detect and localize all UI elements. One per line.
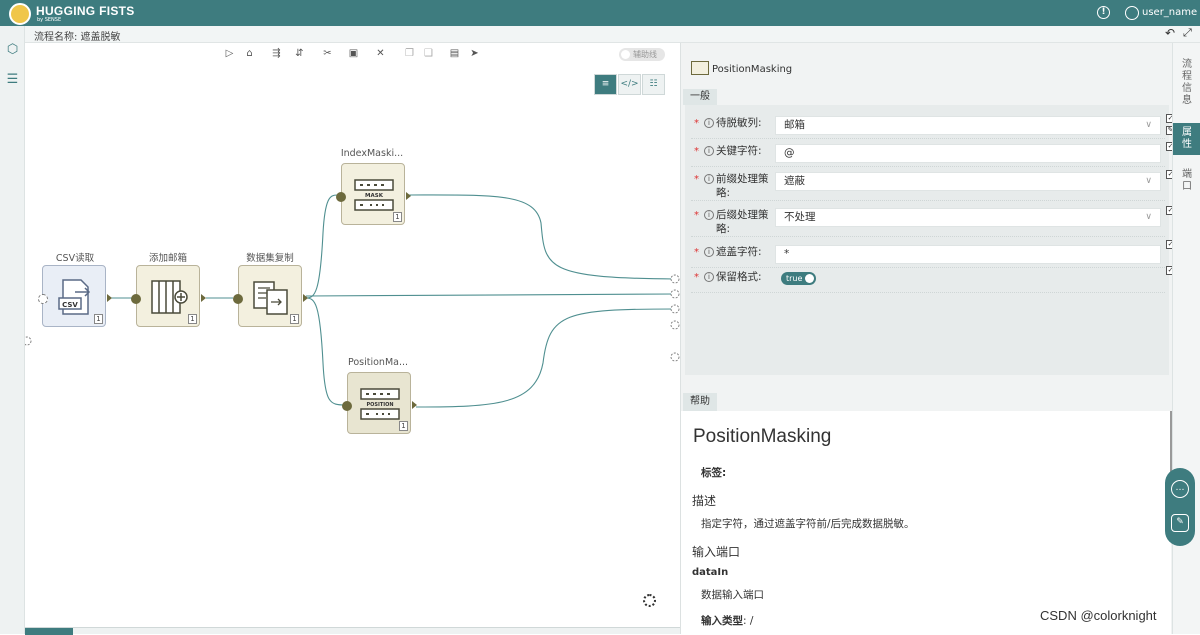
node-title-index-masking: IndexMaski... — [340, 148, 404, 159]
user-name[interactable]: user_name — [1142, 7, 1197, 18]
chevron-down-icon: ∨ — [1145, 212, 1152, 222]
field-key-char: * i 关键字符: @ — [691, 143, 1165, 167]
keep-format-switch[interactable]: true — [781, 272, 816, 285]
mask-icon-label: MASK — [365, 193, 384, 199]
panel-title: PositionMasking — [712, 64, 793, 75]
info-icon: i — [704, 210, 714, 220]
wechat-icon[interactable]: … — [1171, 480, 1189, 498]
undo-icon[interactable]: ↶ — [1165, 26, 1175, 40]
help-tags-label: 标签: — [701, 467, 727, 479]
node-title-add-email: 添加邮箱 — [148, 253, 187, 264]
input-port[interactable] — [131, 294, 141, 304]
bottom-tabs — [25, 627, 680, 635]
node-badge: 1 — [393, 212, 402, 222]
prefix-strategy-select[interactable]: 遮蔽 ∨ — [775, 172, 1161, 191]
help-desc-text: 指定字符，通过遮盖字符前/后完成数据脱敏。 — [701, 518, 915, 530]
watermark: CSDN @colorknight — [1040, 608, 1157, 623]
node-position-masking[interactable]: POSITION 1 — [347, 372, 411, 434]
node-badge: 1 — [188, 314, 197, 324]
app-brand: HUGGING FISTS — [36, 4, 135, 18]
input-port[interactable] — [342, 401, 352, 411]
help-icon[interactable]: ! — [1097, 6, 1110, 19]
help-title: PositionMasking — [693, 426, 832, 447]
operator-library-icon[interactable]: ☰ — [3, 70, 22, 89]
help-content: PositionMasking 标签: 描述 指定字符，通过遮盖字符前/后完成数… — [681, 411, 1173, 634]
output-port[interactable] — [303, 294, 308, 302]
copy-document-icon — [253, 281, 288, 315]
fullscreen-icon[interactable]: ⤢ — [1183, 26, 1192, 40]
field-mask-char: * i 遮盖字符: * — [691, 244, 1165, 268]
panel-header: PositionMasking — [681, 57, 1173, 83]
help-input-type: 输入类型: / — [701, 615, 754, 627]
node-badge: 1 — [399, 421, 408, 431]
input-port[interactable] — [336, 192, 346, 202]
tab-help[interactable]: 帮助 — [683, 393, 717, 411]
csv-file-icon: CSV — [58, 279, 91, 315]
feedback-edit-icon[interactable]: ✎ — [1171, 514, 1189, 532]
info-icon: i — [704, 247, 714, 257]
app-brand-sub: by SENSE — [37, 17, 62, 23]
info-icon: i — [704, 146, 714, 156]
input-port[interactable] — [233, 294, 243, 304]
csv-icon-label: CSV — [62, 301, 78, 309]
properties-panel: PositionMasking 一般 * i 待脱敏列: 邮箱 ∨ ✓ ✎ * i 关… — [680, 43, 1175, 634]
help-input-heading: 输入端口 — [692, 545, 741, 559]
tab-general[interactable]: 一般 — [683, 89, 717, 105]
help-port-desc: 数据输入端口 — [701, 589, 764, 601]
tab-flow-info[interactable]: 流程信息 — [1173, 57, 1200, 109]
node-add-email[interactable]: 1 — [136, 265, 200, 327]
tab-ports[interactable]: 端口 — [1173, 167, 1200, 195]
info-icon: i — [704, 118, 714, 128]
workflow-canvas[interactable]: ▷ ⌂ ⇶ ⇵ ✂ ▣ ✕ ❐ ❑ ▤ ➤ 辅助线 ≡ </> ☷ CSV读取 … — [25, 43, 680, 628]
info-icon: i — [704, 272, 714, 282]
field-keep-format: * i 保留格式: true — [691, 269, 1165, 293]
app-logo-icon — [9, 3, 31, 25]
add-column-icon — [151, 280, 188, 314]
output-port[interactable] — [412, 401, 417, 409]
node-dataset-copy[interactable]: 1 — [238, 265, 302, 327]
mask-icon: MASK — [354, 179, 394, 211]
position-mask-icon: POSITION — [360, 388, 400, 420]
node-index-masking[interactable]: MASK 1 — [341, 163, 405, 225]
node-csv-read[interactable]: CSV 1 — [42, 265, 106, 327]
flow-name: 流程名称: 遮盖脱敏 — [34, 32, 121, 43]
left-rail: ⬡ ☰ — [0, 26, 25, 634]
mask-char-input[interactable]: * — [775, 245, 1161, 264]
field-suffix-strategy: * i 后缀处理策略: 不处理 ∨ — [691, 207, 1165, 237]
output-port[interactable] — [406, 192, 411, 200]
connections — [25, 194, 680, 408]
flow-name-bar: 流程名称: 遮盖脱敏 ↶ ⤢ — [25, 26, 1200, 43]
top-bar: HUGGING FISTS by SENSE ! user_name — [0, 0, 1200, 26]
node-badge: 1 — [94, 314, 103, 324]
node-badge: 1 — [290, 314, 299, 324]
info-icon: i — [704, 174, 714, 184]
position-masking-icon — [691, 61, 709, 75]
tab-properties[interactable]: 属性 — [1173, 123, 1200, 155]
node-title-dataset-copy: 数据集复制 — [246, 253, 294, 264]
key-char-input[interactable]: @ — [775, 144, 1161, 163]
field-mask-column: * i 待脱敏列: 邮箱 ∨ — [691, 115, 1165, 139]
output-port[interactable] — [107, 294, 112, 302]
suffix-strategy-select[interactable]: 不处理 ∨ — [775, 208, 1161, 227]
user-avatar-icon[interactable] — [1125, 6, 1139, 20]
chevron-down-icon: ∨ — [1145, 120, 1152, 130]
field-prefix-strategy: * i 前缀处理策略: 遮蔽 ∨ — [691, 171, 1165, 201]
chevron-down-icon: ∨ — [1145, 176, 1152, 186]
node-title-position-masking: PositionMa... — [347, 357, 409, 368]
help-desc-heading: 描述 — [692, 494, 717, 508]
floating-action-bar: … ✎ — [1165, 468, 1195, 546]
canvas-navigator-icon[interactable] — [643, 594, 656, 607]
help-port-name: dataIn — [692, 567, 729, 578]
input-port-empty[interactable] — [38, 294, 48, 304]
mask-column-select[interactable]: 邮箱 ∨ — [775, 116, 1161, 135]
property-list: * i 待脱敏列: 邮箱 ∨ ✓ ✎ * i 关键字符: @ ✓ * i 前缀处理策略:… — [685, 105, 1175, 375]
position-icon-label: POSITION — [366, 402, 393, 408]
workflow-icon[interactable]: ⬡ — [3, 40, 22, 59]
output-port[interactable] — [201, 294, 206, 302]
